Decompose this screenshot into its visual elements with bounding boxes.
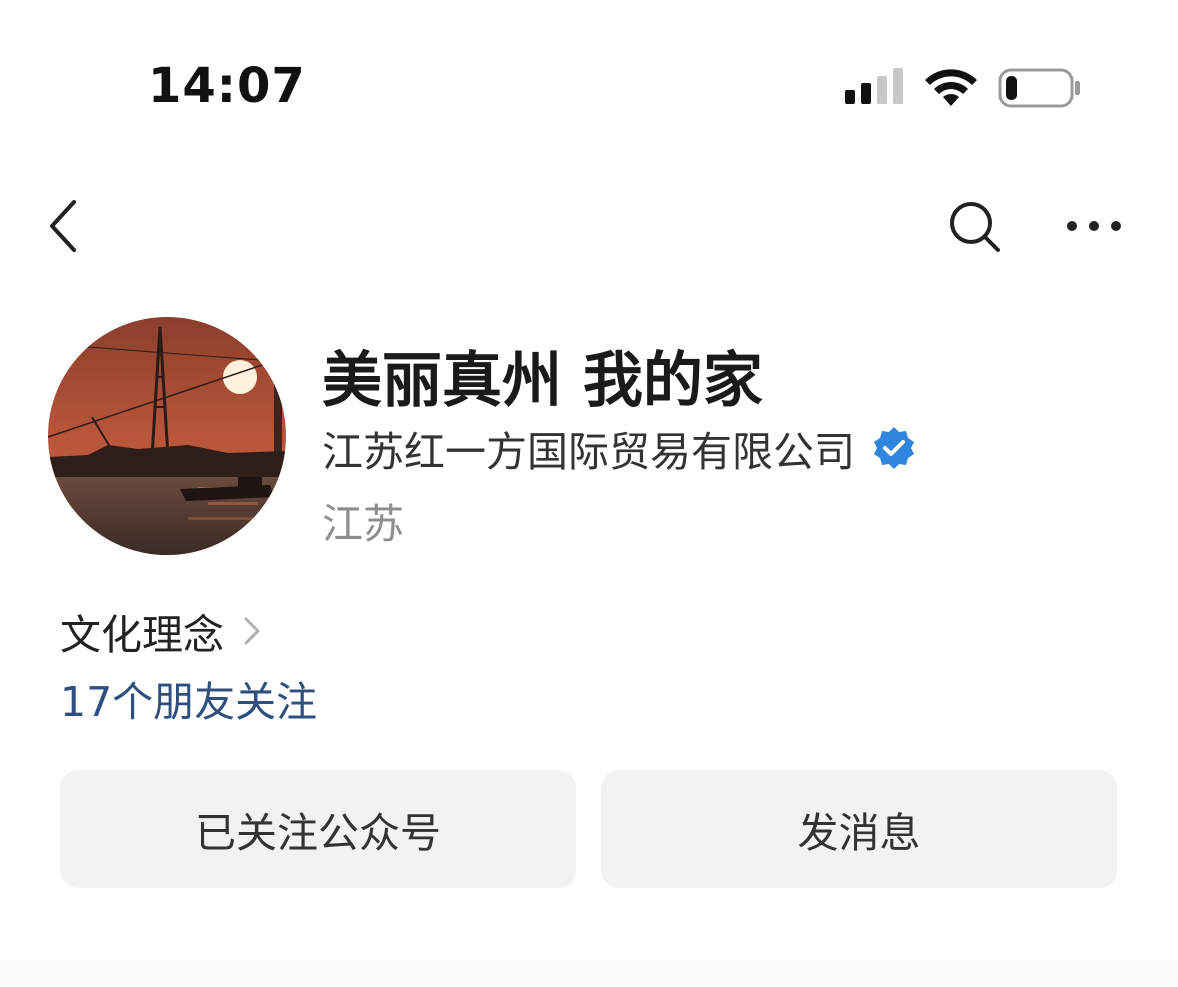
back-button[interactable] [40,196,90,256]
official-account-profile-screen: 14:07 美丽真州 我的家 江苏红一方国际贸易有限公司 江苏 文化理念 17个… [0,0,1178,987]
status-time: 14:07 [148,58,306,114]
verified-badge-icon [874,427,914,469]
battery-low-icon [998,68,1080,108]
search-button[interactable] [946,198,1004,256]
more-options-button[interactable] [1060,204,1128,248]
culture-link-label: 文化理念 [60,611,224,659]
friends-following-link[interactable]: 17个朋友关注 [60,668,317,728]
account-name: 美丽真州 我的家 [322,346,763,416]
chevron-left-icon [50,200,76,252]
chevron-right-icon [244,617,260,645]
more-dots-icon [1067,221,1121,231]
avatar[interactable] [48,317,286,555]
cellular-signal-icon [845,68,903,104]
followed-account-button[interactable]: 已关注公众号 [60,770,576,888]
bottom-divider [0,960,1178,987]
search-icon [950,202,1000,252]
send-message-button[interactable]: 发消息 [601,770,1117,888]
company-name: 江苏红一方国际贸易有限公司 [322,428,855,476]
region-label: 江苏 [322,500,404,548]
wifi-icon [925,69,977,106]
company-row[interactable]: 江苏红一方国际贸易有限公司 [322,422,917,476]
culture-link[interactable]: 文化理念 [60,604,262,659]
avatar-sunset-photo [48,317,286,555]
